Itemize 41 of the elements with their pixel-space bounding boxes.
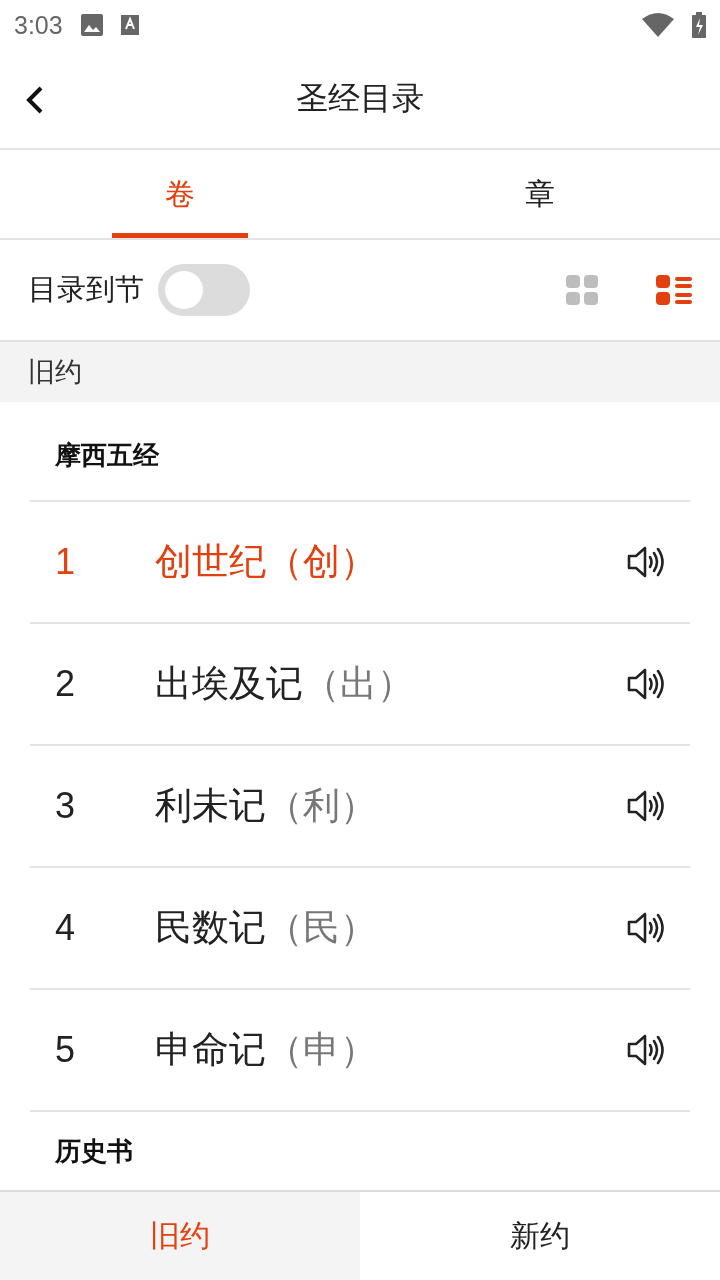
battery-charging-icon — [692, 12, 706, 38]
speaker-icon[interactable] — [627, 1033, 665, 1067]
book-abbreviation: （创） — [266, 539, 378, 585]
book-name: 利未记 — [155, 783, 266, 829]
tab[interactable]: 章 — [360, 150, 720, 238]
grid-view-icon — [566, 275, 598, 305]
group-title: 摩西五经 — [30, 402, 690, 502]
book-row[interactable]: 5 申命记（申） — [30, 990, 690, 1112]
book-abbreviation: （出） — [303, 661, 415, 707]
toggle-switch[interactable] — [158, 264, 250, 316]
book-abbreviation: （利） — [266, 783, 378, 829]
book-number: 2 — [55, 663, 77, 705]
status-time: 3:03 — [14, 10, 63, 40]
book-number: 3 — [55, 785, 77, 827]
tab[interactable]: 卷 — [0, 150, 360, 238]
wifi-icon — [642, 13, 674, 37]
bottom-tab[interactable]: 旧约 — [0, 1192, 360, 1280]
book-number: 4 — [55, 907, 77, 949]
speaker-icon[interactable] — [627, 911, 665, 945]
text-notification-icon — [120, 15, 139, 35]
book-row[interactable]: 1 创世纪（创） — [30, 502, 690, 624]
speaker-icon[interactable] — [627, 667, 665, 701]
book-number: 1 — [55, 541, 77, 583]
book-abbreviation: （民） — [266, 905, 378, 951]
book-name: 出埃及记 — [155, 661, 303, 707]
book-name: 创世纪 — [155, 539, 266, 585]
book-row[interactable]: 4 民数记（民） — [30, 868, 690, 990]
page-title: 圣经目录 — [296, 78, 424, 119]
image-icon — [80, 14, 103, 36]
speaker-icon[interactable] — [627, 545, 665, 579]
list-view-icon — [656, 275, 692, 305]
book-row[interactable]: 2 出埃及记（出） — [30, 624, 690, 746]
book-name: 申命记 — [155, 1027, 266, 1073]
view-mode-button[interactable] — [656, 275, 692, 305]
book-row[interactable]: 3 利未记（利） — [30, 746, 690, 868]
section-title: 旧约 — [28, 355, 82, 389]
book-number: 5 — [55, 1029, 77, 1071]
option-label: 目录到节 — [28, 271, 144, 308]
book-abbreviation: （申） — [266, 1027, 378, 1073]
speaker-icon[interactable] — [627, 789, 665, 823]
book-name: 民数记 — [155, 905, 266, 951]
